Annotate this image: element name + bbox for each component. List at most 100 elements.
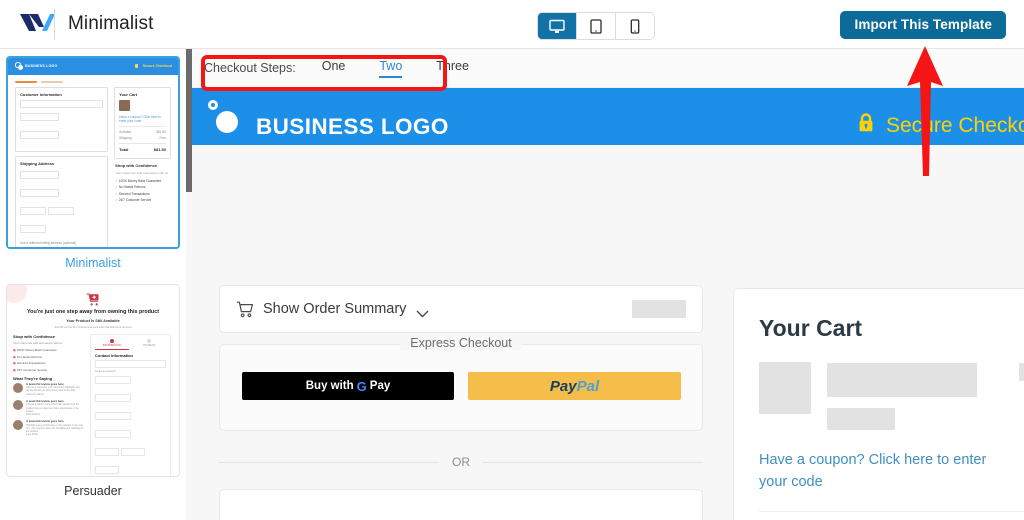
express-checkout-section: Express Checkout Buy with G Pay Pay Pal <box>219 336 703 431</box>
pers-tab-information: INFORMATION <box>95 339 129 350</box>
chevron-down-icon[interactable] <box>416 305 429 318</box>
mini-logo-text: BUSINESS LOGO <box>25 63 58 68</box>
pers-input-street <box>95 412 131 420</box>
pers-testimonial: A powerful review goes here Highlight a k… <box>13 419 85 436</box>
gpay-suffix: Pay <box>369 380 391 392</box>
lock-icon <box>857 113 875 133</box>
template-thumbnail-persuader[interactable]: You're just one step away from owning th… <box>6 284 180 477</box>
pers-trust-item: ▣ No Hassle Returns <box>13 354 42 359</box>
mini-input-first <box>20 113 60 121</box>
pers-avatar <box>13 420 23 431</box>
tablet-icon <box>590 18 602 34</box>
coupon-link[interactable]: Have a coupon? Click here to enter your … <box>759 449 1017 493</box>
or-line-left <box>219 461 439 463</box>
mini-secure-text: Secure Checkout <box>142 63 172 68</box>
checkout-step-three[interactable]: Three <box>436 59 469 78</box>
template-thumbnail-minimalist[interactable]: BUSINESS LOGO Secure Checkout Customer I… <box>6 56 180 249</box>
pers-testimonial: A powerful review goes here Choose anothe… <box>13 399 85 416</box>
google-pay-button[interactable]: Buy with G Pay <box>242 372 454 400</box>
mini-step-1 <box>15 81 37 83</box>
pers-trust-item: ▣ Secured Transactions <box>13 361 46 365</box>
pers-trust-item: ▣ 100% Money Back Guarantee <box>13 348 57 352</box>
template-card-persuader[interactable]: You're just one step away from owning th… <box>6 284 180 498</box>
business-logo-ring-icon <box>208 100 218 110</box>
mini-subtotal-row: Subtotal $81.50 <box>119 129 166 134</box>
mini-input-country <box>48 207 75 215</box>
pers-avatar <box>13 382 23 393</box>
device-toggle-tablet[interactable] <box>577 13 616 39</box>
checkout-steps-bar: Checkout Steps: One Two Three <box>186 49 1024 88</box>
mini-trust-item: ✓ 100% Money Back Guarantee <box>115 178 162 183</box>
cart-item-name-placeholder <box>827 363 977 397</box>
pers-tabs: INFORMATION PAYMENT <box>95 339 166 350</box>
pers-title: You're just one step away from owning th… <box>26 309 160 315</box>
pers-right-column: INFORMATION PAYMENT Contact Information … <box>90 334 171 476</box>
your-cart-card: Your Cart Have a coupon? Click here to e… <box>733 288 1024 520</box>
pers-testimonial: A powerful review goes here Choose a revi… <box>13 382 85 396</box>
pers-cart-icon <box>86 293 100 306</box>
mini-columns: Customer Information Shipping Address Us… <box>15 87 171 247</box>
mini-logo-dot-icon <box>18 64 23 70</box>
or-divider: OR <box>219 455 703 469</box>
mini-trust-sub: Your orders are safe and secure with us <box>115 171 169 176</box>
google-g-icon: G <box>356 378 367 394</box>
pers-input-email <box>95 360 166 368</box>
or-text: OR <box>452 455 470 469</box>
template-sidebar[interactable]: BUSINESS LOGO Secure Checkout Customer I… <box>0 49 186 520</box>
mini-customer-box: Customer Information <box>15 87 109 152</box>
checkout-steps-label: Checkout Steps: <box>204 61 296 75</box>
business-logo-dot-icon <box>216 111 238 133</box>
mini-coupon-link: Have a coupon? Click here to enter your … <box>119 115 161 123</box>
mini-shipping-heading: Shipping Address <box>20 161 55 166</box>
mini-input-addr <box>20 171 60 179</box>
device-toggle-desktop[interactable] <box>538 13 577 39</box>
pers-trust-item: ▣ 24/7 Customer Service <box>13 367 48 372</box>
or-line-right <box>483 461 703 463</box>
mini-lock-icon <box>135 63 138 68</box>
show-order-summary-label: Show Order Summary <box>263 301 407 317</box>
pers-input-town <box>95 430 131 438</box>
business-logo-text: BUSINESS LOGO <box>256 114 449 139</box>
mini-body: Customer Information Shipping Address Us… <box>8 75 178 247</box>
mini-trust-heading: Shop with Confidence <box>115 163 158 169</box>
paypal-button[interactable]: Pay Pal <box>468 372 681 400</box>
pers-input-state <box>95 466 119 474</box>
template-card-minimalist[interactable]: BUSINESS LOGO Secure Checkout Customer I… <box>6 56 180 270</box>
page-title: Minimalist <box>68 13 154 34</box>
preview-canvas: Show Order Summary Express Checkout Buy … <box>186 145 1024 520</box>
cart-icon <box>236 301 254 318</box>
mini-trust-item: ✓ Secured Transactions <box>115 191 150 196</box>
order-total-placeholder <box>632 300 686 318</box>
pers-left-column: Shop with Confidence Your orders are saf… <box>13 334 85 476</box>
mini-divider-2 <box>119 143 166 144</box>
pers-input-country <box>120 448 145 456</box>
mini-preview-persuader: You're just one step away from owning th… <box>7 285 179 476</box>
mini-step-2 <box>41 81 63 83</box>
desktop-icon <box>549 19 565 33</box>
mini-trust-item: ✓ No Hassle Returns <box>115 185 146 190</box>
mini-billing-checkbox: Use a different billing address (optiona… <box>20 241 77 245</box>
mini-shipping-box: Shipping Address Use a different billing… <box>15 156 109 247</box>
cart-divider-1 <box>759 511 1024 512</box>
top-toolbar: Minimalist Import This Template <box>0 0 1024 49</box>
pers-avatar <box>13 399 23 410</box>
checkout-step-two[interactable]: Two <box>379 59 403 78</box>
app-root: Minimalist Import This Template BUSINESS… <box>0 0 1024 520</box>
pers-contact-heading: Contact Information <box>95 353 133 358</box>
mini-site-header: BUSINESS LOGO Secure Checkout <box>8 58 178 75</box>
pers-input-postcode <box>95 448 119 456</box>
show-order-summary-bar[interactable]: Show Order Summary <box>219 285 703 333</box>
pers-input-last <box>95 394 131 402</box>
preview-site-header: BUSINESS LOGO Secure Checkout <box>186 88 1024 145</box>
mini-product-row <box>119 100 166 111</box>
mini-total-row: Total $81.50 <box>119 146 166 152</box>
checkout-step-one[interactable]: One <box>322 59 346 78</box>
template-label-minimalist[interactable]: Minimalist <box>6 256 180 270</box>
preview-scrollbar[interactable] <box>186 49 192 192</box>
device-toggle-group[interactable] <box>537 12 655 40</box>
template-label-persuader[interactable]: Persuader <box>6 484 180 498</box>
import-this-template-button[interactable]: Import This Template <box>840 11 1006 39</box>
mini-customer-heading: Customer Information <box>20 92 62 97</box>
device-toggle-mobile[interactable] <box>616 13 654 39</box>
secure-checkout-text: Secure Checkout <box>886 114 1024 137</box>
